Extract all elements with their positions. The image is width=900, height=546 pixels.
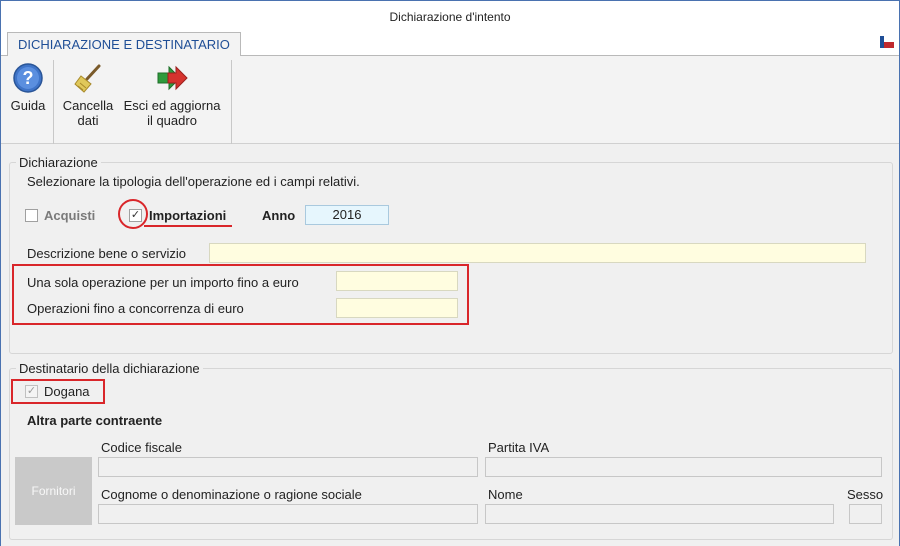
toolbar-separator xyxy=(53,60,54,144)
importazioni-label: Importazioni xyxy=(149,208,227,223)
svg-text:?: ? xyxy=(23,68,34,88)
dogana-label: Dogana xyxy=(44,384,90,399)
nome-input[interactable] xyxy=(485,504,834,524)
esci-label-1: Esci ed aggiorna xyxy=(123,98,221,113)
cancella-label-1: Cancella xyxy=(62,98,114,113)
help-icon: ? xyxy=(13,63,43,93)
destinatario-legend: Destinatario della dichiarazione xyxy=(16,361,203,376)
window-title: Dichiarazione d'intento xyxy=(1,1,899,31)
cancella-label-2: dati xyxy=(77,113,99,128)
acquisti-label: Acquisti xyxy=(44,208,96,223)
toolbar-ribbon: ? Guida Cancella dati Esci ed aggiorna i… xyxy=(1,56,899,144)
guida-button[interactable]: ? Guida xyxy=(7,62,49,113)
exit-arrow-icon xyxy=(157,65,188,91)
content-area: Dichiarazione Selezionare la tipologia d… xyxy=(1,144,899,546)
codice-fiscale-input[interactable] xyxy=(98,457,478,477)
concorrenza-input[interactable] xyxy=(336,298,458,318)
partita-iva-label: Partita IVA xyxy=(488,440,550,455)
anno-input[interactable]: 2016 xyxy=(305,205,389,225)
descrizione-input[interactable] xyxy=(209,243,866,263)
acquisti-checkbox[interactable] xyxy=(25,209,38,222)
sesso-label: Sesso xyxy=(847,487,884,502)
esci-aggiorna-button[interactable]: Esci ed aggiorna il quadro xyxy=(117,62,227,128)
instruction-text: Selezionare la tipologia dell'operazione… xyxy=(27,174,360,189)
tab-strip: DICHIARAZIONE E DESTINATARIO xyxy=(1,31,899,57)
tab-dichiarazione-destinatario[interactable]: DICHIARAZIONE E DESTINATARIO xyxy=(7,32,241,57)
partita-iva-input[interactable] xyxy=(485,457,882,477)
concorrenza-label: Operazioni fino a concorrenza di euro xyxy=(27,301,244,316)
cognome-input[interactable] xyxy=(98,504,478,524)
sola-operazione-label: Una sola operazione per un importo fino … xyxy=(27,275,299,290)
codice-fiscale-label: Codice fiscale xyxy=(101,440,182,455)
sola-operazione-input[interactable] xyxy=(336,271,458,291)
anno-label: Anno xyxy=(262,208,296,223)
fornitori-button[interactable]: Fornitori xyxy=(15,457,92,525)
descrizione-label: Descrizione bene o servizio xyxy=(27,246,186,261)
highlight-underline xyxy=(144,225,232,227)
nome-label: Nome xyxy=(488,487,523,502)
dichiarazione-legend: Dichiarazione xyxy=(16,155,101,170)
importazioni-checkbox[interactable]: ✓ xyxy=(129,209,142,222)
esci-label-2: il quadro xyxy=(147,113,197,128)
toolbar-separator xyxy=(231,60,232,144)
altra-parte-label: Altra parte contraente xyxy=(27,413,163,428)
sesso-input[interactable] xyxy=(849,504,882,524)
flag-icon[interactable] xyxy=(879,35,895,49)
guida-label: Guida xyxy=(10,98,46,113)
broom-icon xyxy=(74,64,101,93)
cancella-dati-button[interactable]: Cancella dati xyxy=(59,62,117,128)
cognome-label: Cognome o denominazione o ragione social… xyxy=(101,487,362,502)
dogana-checkbox[interactable]: ✓ xyxy=(25,385,38,398)
dialog-window: Dichiarazione d'intento DICHIARAZIONE E … xyxy=(0,0,900,546)
